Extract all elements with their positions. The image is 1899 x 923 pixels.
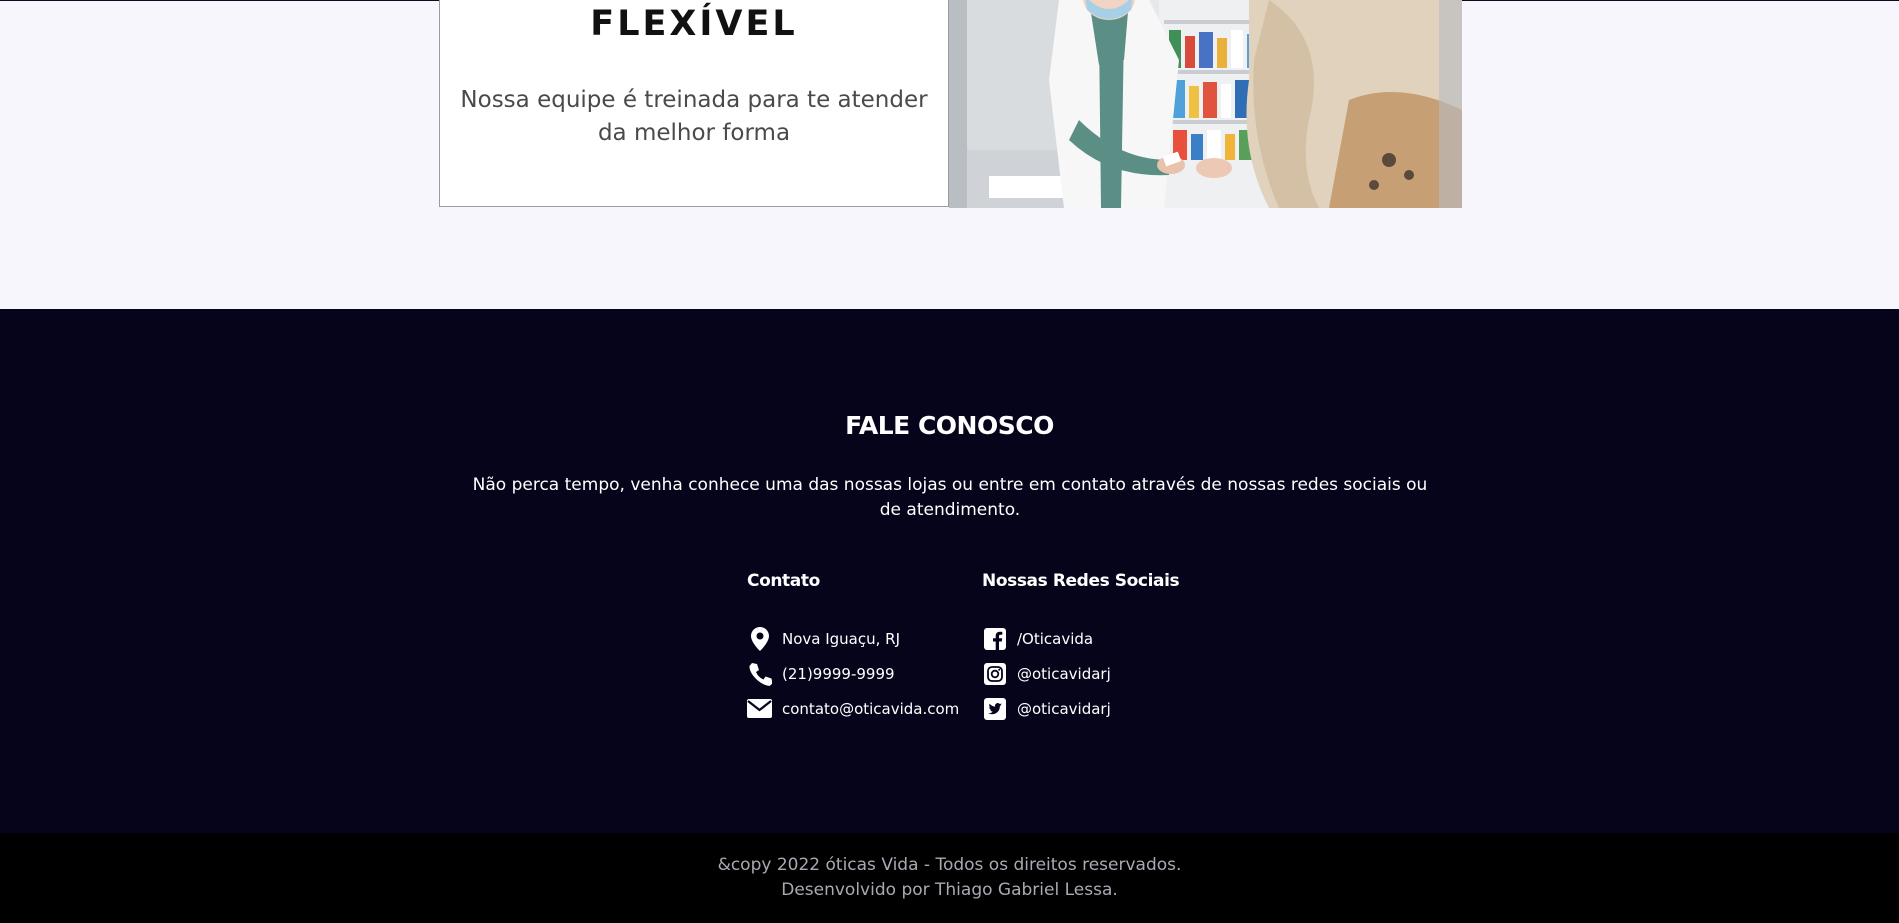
location-pin-icon xyxy=(747,626,772,651)
contact-item-address: Nova Iguaçu, RJ xyxy=(747,621,977,656)
instagram-icon xyxy=(982,661,1007,686)
feature-title: FLEXÍVEL xyxy=(590,4,798,44)
contato-column: Contato Nova Iguaçu, RJ (21)9999-9999 co… xyxy=(747,569,977,726)
contact-description: Não perca tempo, venha conhece uma das n… xyxy=(472,475,1428,520)
twitter-icon xyxy=(982,696,1007,721)
redes-heading: Nossas Redes Sociais xyxy=(982,571,1180,591)
redes-column: Nossas Redes Sociais /Oticavida @oticavi… xyxy=(982,569,1212,726)
footer: &copy 2022 óticas Vida - Todos os direit… xyxy=(0,833,1899,923)
copyright-text: &copy 2022 óticas Vida - Todos os direit… xyxy=(717,855,1182,875)
contact-title: FALE CONOSCO xyxy=(845,411,1054,440)
contact-item-phone[interactable]: (21)9999-9999 xyxy=(747,656,977,691)
developer-credit: Desenvolvido por Thiago Gabriel Lessa. xyxy=(781,880,1118,900)
address-text: Nova Iguaçu, RJ xyxy=(782,629,901,648)
feature-description: Nossa equipe é treinada para te atender … xyxy=(460,87,928,146)
social-item-twitter[interactable]: @oticavidarj xyxy=(982,691,1212,726)
facebook-link[interactable]: /Oticavida xyxy=(1017,630,1093,648)
instagram-link[interactable]: @oticavidarj xyxy=(1017,665,1111,683)
contato-heading: Contato xyxy=(747,571,820,591)
facebook-icon xyxy=(982,626,1007,651)
feature-text-panel: FLEXÍVEL Nossa equipe é treinada para te… xyxy=(439,0,949,207)
phone-icon xyxy=(747,661,772,686)
phone-link[interactable]: (21)9999-9999 xyxy=(782,665,895,683)
contact-section: FALE CONOSCO Não perca tempo, venha conh… xyxy=(0,309,1899,833)
social-item-instagram[interactable]: @oticavidarj xyxy=(982,656,1212,691)
contact-item-email[interactable]: contato@oticavida.com xyxy=(747,691,977,726)
envelope-icon xyxy=(747,696,772,721)
feature-card: FLEXÍVEL Nossa equipe é treinada para te… xyxy=(439,0,1462,208)
email-link[interactable]: contato@oticavida.com xyxy=(782,700,959,718)
social-item-facebook[interactable]: /Oticavida xyxy=(982,621,1212,656)
twitter-link[interactable]: @oticavidarj xyxy=(1017,700,1111,718)
pharmacy-photo xyxy=(949,0,1462,208)
